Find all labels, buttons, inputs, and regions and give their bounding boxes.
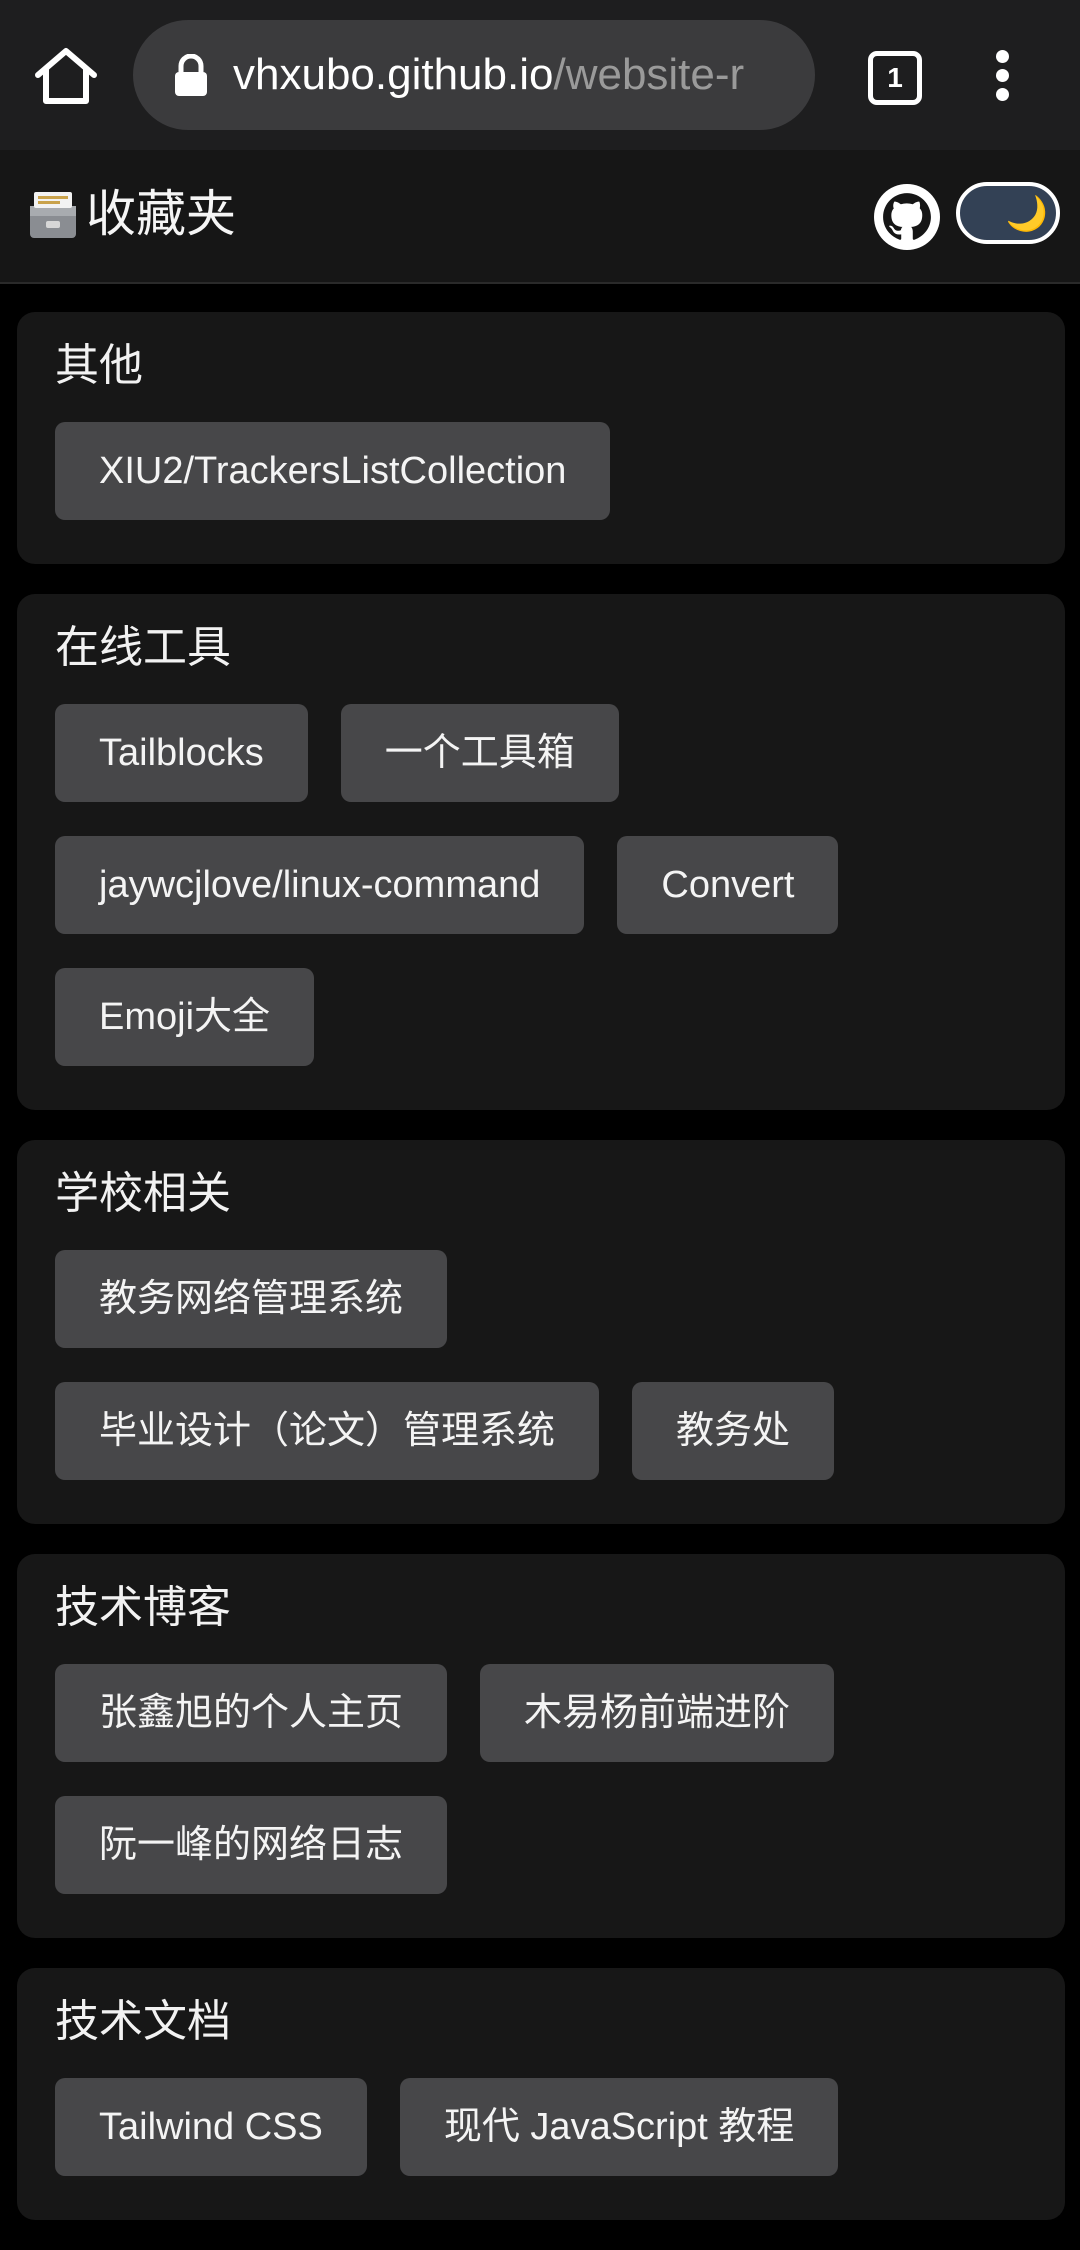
- link-group: 张鑫旭的个人主页 木易杨前端进阶 阮一峰的网络日志: [55, 1664, 1043, 1928]
- card-file-box-icon: [26, 188, 80, 242]
- link-group: Tailwind CSS 现代 JavaScript 教程: [55, 2078, 1043, 2210]
- link-group: XIU2/TrackersListCollection: [55, 422, 1043, 554]
- bookmark-section: 学校相关教务网络管理系统毕业设计（论文）管理系统 教务处: [17, 1140, 1065, 1524]
- bookmark-link-button[interactable]: XIU2/TrackersListCollection: [55, 422, 611, 520]
- bookmark-section: 技术博客张鑫旭的个人主页 木易杨前端进阶 阮一峰的网络日志: [17, 1554, 1065, 1938]
- home-icon[interactable]: [30, 45, 102, 107]
- bookmark-link-button[interactable]: Convert: [617, 836, 839, 934]
- tab-switcher-button[interactable]: 1: [868, 51, 922, 105]
- bookmark-link-button[interactable]: Emoji大全: [55, 968, 315, 1066]
- bookmark-link-button[interactable]: jaywcjlove/linux-command: [55, 836, 585, 934]
- link-group: Tailblocks 一个工具箱 jaywcjlove/linux-command C…: [55, 704, 1043, 1100]
- bookmark-section: 在线工具 Tailblocks 一个工具箱 jaywcjlove/linux-comm…: [17, 594, 1065, 1110]
- section-title: 技术博客: [55, 1582, 231, 1633]
- bookmark-link-button[interactable]: 木易杨前端进阶: [480, 1664, 835, 1762]
- url-host: vhxubo.github.io: [233, 50, 554, 99]
- bookmark-link-button[interactable]: 阮一峰的网络日志: [55, 1796, 448, 1894]
- bookmark-link-button[interactable]: 教务处: [632, 1382, 835, 1480]
- page-title: 收藏夹: [86, 185, 236, 243]
- section-title: 在线工具: [55, 622, 231, 673]
- bookmark-link-button[interactable]: Tailblocks: [55, 704, 308, 802]
- github-icon[interactable]: [874, 184, 940, 250]
- url-text: vhxubo.github.io/website-r: [233, 46, 744, 104]
- moon-icon: 🌙: [1005, 194, 1048, 234]
- bookmark-link-button[interactable]: 教务网络管理系统: [55, 1250, 448, 1348]
- bookmark-link-button[interactable]: Tailwind CSS: [55, 2078, 367, 2176]
- url-path: /website-r: [553, 50, 745, 99]
- bookmark-section: 其他 XIU2/TrackersListCollection: [17, 312, 1065, 564]
- bookmark-link-button[interactable]: 现代 JavaScript 教程: [399, 2078, 839, 2176]
- bookmark-sections: 其他 XIU2/TrackersListCollection 在线工具 Tailblo…: [17, 312, 1065, 2250]
- section-title: 学校相关: [55, 1168, 231, 1219]
- address-bar[interactable]: vhxubo.github.io/website-r: [133, 20, 815, 130]
- app-header: 收藏夹 🌙: [0, 150, 1080, 284]
- section-title: 其他: [55, 340, 143, 391]
- bookmark-link-button[interactable]: 一个工具箱: [340, 704, 619, 802]
- lock-icon: [171, 53, 211, 98]
- browser-toolbar: vhxubo.github.io/website-r 1: [0, 0, 1080, 150]
- bookmark-section: 技术文档 Tailwind CSS 现代 JavaScript 教程: [17, 1968, 1065, 2220]
- bookmark-link-button[interactable]: 张鑫旭的个人主页: [55, 1664, 448, 1762]
- section-title: 技术文档: [55, 1996, 231, 2047]
- more-menu-icon[interactable]: [990, 50, 1014, 102]
- theme-toggle[interactable]: 🌙: [956, 182, 1060, 244]
- bookmark-link-button[interactable]: 毕业设计（论文）管理系统: [55, 1382, 600, 1480]
- link-group: 教务网络管理系统毕业设计（论文）管理系统 教务处: [55, 1250, 1043, 1514]
